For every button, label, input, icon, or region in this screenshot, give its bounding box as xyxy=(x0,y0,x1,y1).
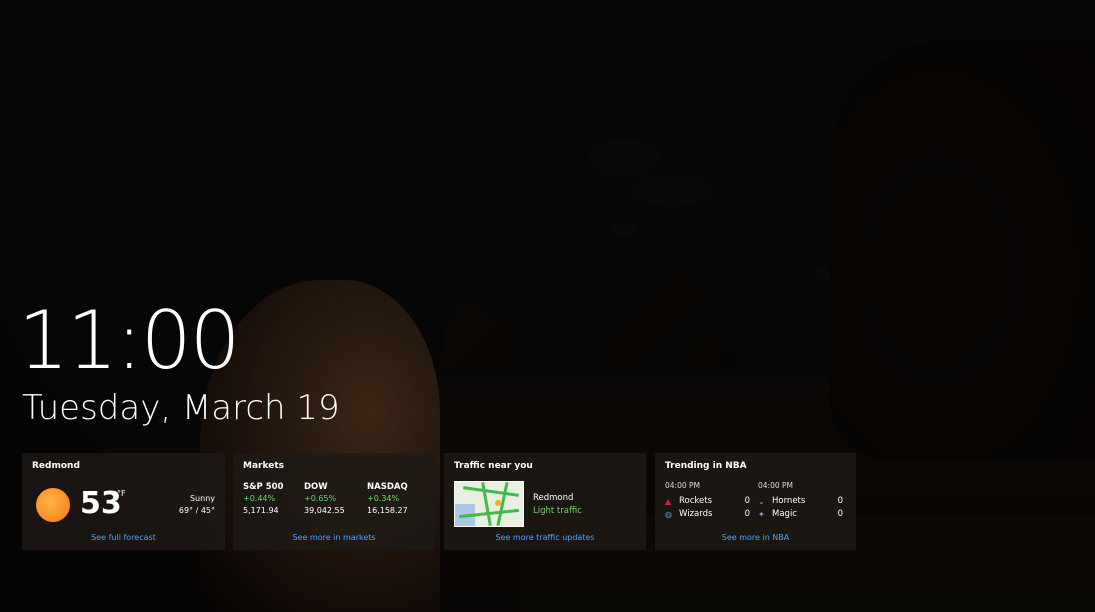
map-road xyxy=(463,486,519,497)
team-name: Rockets xyxy=(679,496,713,506)
market-value: 16,158.27 xyxy=(367,506,408,515)
nba-game-time: 04:00 PM xyxy=(665,481,700,490)
traffic-status: Light traffic xyxy=(533,506,582,516)
magic-icon: ✦ xyxy=(758,510,765,519)
see-more-markets-link[interactable]: See more in markets xyxy=(233,533,435,542)
weather-card[interactable]: Redmond 53 °F Sunny 69° / 45° See full f… xyxy=(22,453,225,550)
team-name: Magic xyxy=(772,509,797,519)
traffic-card[interactable]: Traffic near you Redmond Light traffic S… xyxy=(444,453,646,550)
team-name: Wizards xyxy=(679,509,713,519)
weather-condition-block: Sunny 69° / 45° xyxy=(179,493,215,517)
weather-hilo: 69° / 45° xyxy=(178,506,215,515)
see-more-traffic-link[interactable]: See more traffic updates xyxy=(444,533,646,542)
team-score: 0 xyxy=(837,509,843,519)
traffic-map xyxy=(454,481,524,527)
see-more-nba-link[interactable]: See more in NBA xyxy=(655,533,856,542)
market-name: NASDAQ xyxy=(367,482,408,492)
sun-icon xyxy=(36,488,70,522)
market-name: S&P 500 xyxy=(243,482,284,492)
weather-unit: °F xyxy=(117,489,126,498)
market-change: +0.34% xyxy=(367,494,400,503)
weather-condition: Sunny xyxy=(189,494,215,503)
market-change: +0.65% xyxy=(304,494,337,503)
market-name: DOW xyxy=(304,482,328,492)
rockets-icon: ▲ xyxy=(665,497,672,506)
team-name: Hornets xyxy=(772,496,806,506)
wizards-icon: ◍ xyxy=(665,510,672,519)
traffic-city: Redmond xyxy=(533,493,574,503)
location-pin-icon xyxy=(495,500,501,506)
markets-card-title: Markets xyxy=(243,461,284,471)
hornets-icon: ⌄ xyxy=(758,497,765,506)
market-change: +0.44% xyxy=(243,494,276,503)
market-value: 39,042.55 xyxy=(304,506,345,515)
markets-card[interactable]: Markets S&P 500 +0.44% 5,171.94 DOW +0.6… xyxy=(233,453,435,550)
traffic-card-title: Traffic near you xyxy=(454,461,533,471)
see-full-forecast-link[interactable]: See full forecast xyxy=(22,533,225,542)
nba-card-title: Trending in NBA xyxy=(665,461,747,471)
market-item-sp500: S&P 500 +0.44% 5,171.94 xyxy=(243,481,283,517)
market-item-dow: DOW +0.65% 39,042.55 xyxy=(304,481,345,517)
lock-screen-time: 11:00 xyxy=(18,294,241,387)
team-score: 0 xyxy=(744,496,750,506)
market-value: 5,171.94 xyxy=(243,506,279,515)
market-item-nasdaq: NASDAQ +0.34% 16,158.27 xyxy=(367,481,408,517)
weather-temperature: 53 xyxy=(80,486,122,521)
team-score: 0 xyxy=(744,509,750,519)
nba-game-time: 04:00 PM xyxy=(758,481,793,490)
lock-screen-date: Tuesday, March 19 xyxy=(22,388,340,428)
team-score: 0 xyxy=(837,496,843,506)
weather-card-title: Redmond xyxy=(32,461,80,471)
nba-card[interactable]: Trending in NBA 04:00 PM ▲ Rockets 0 ◍ W… xyxy=(655,453,856,550)
